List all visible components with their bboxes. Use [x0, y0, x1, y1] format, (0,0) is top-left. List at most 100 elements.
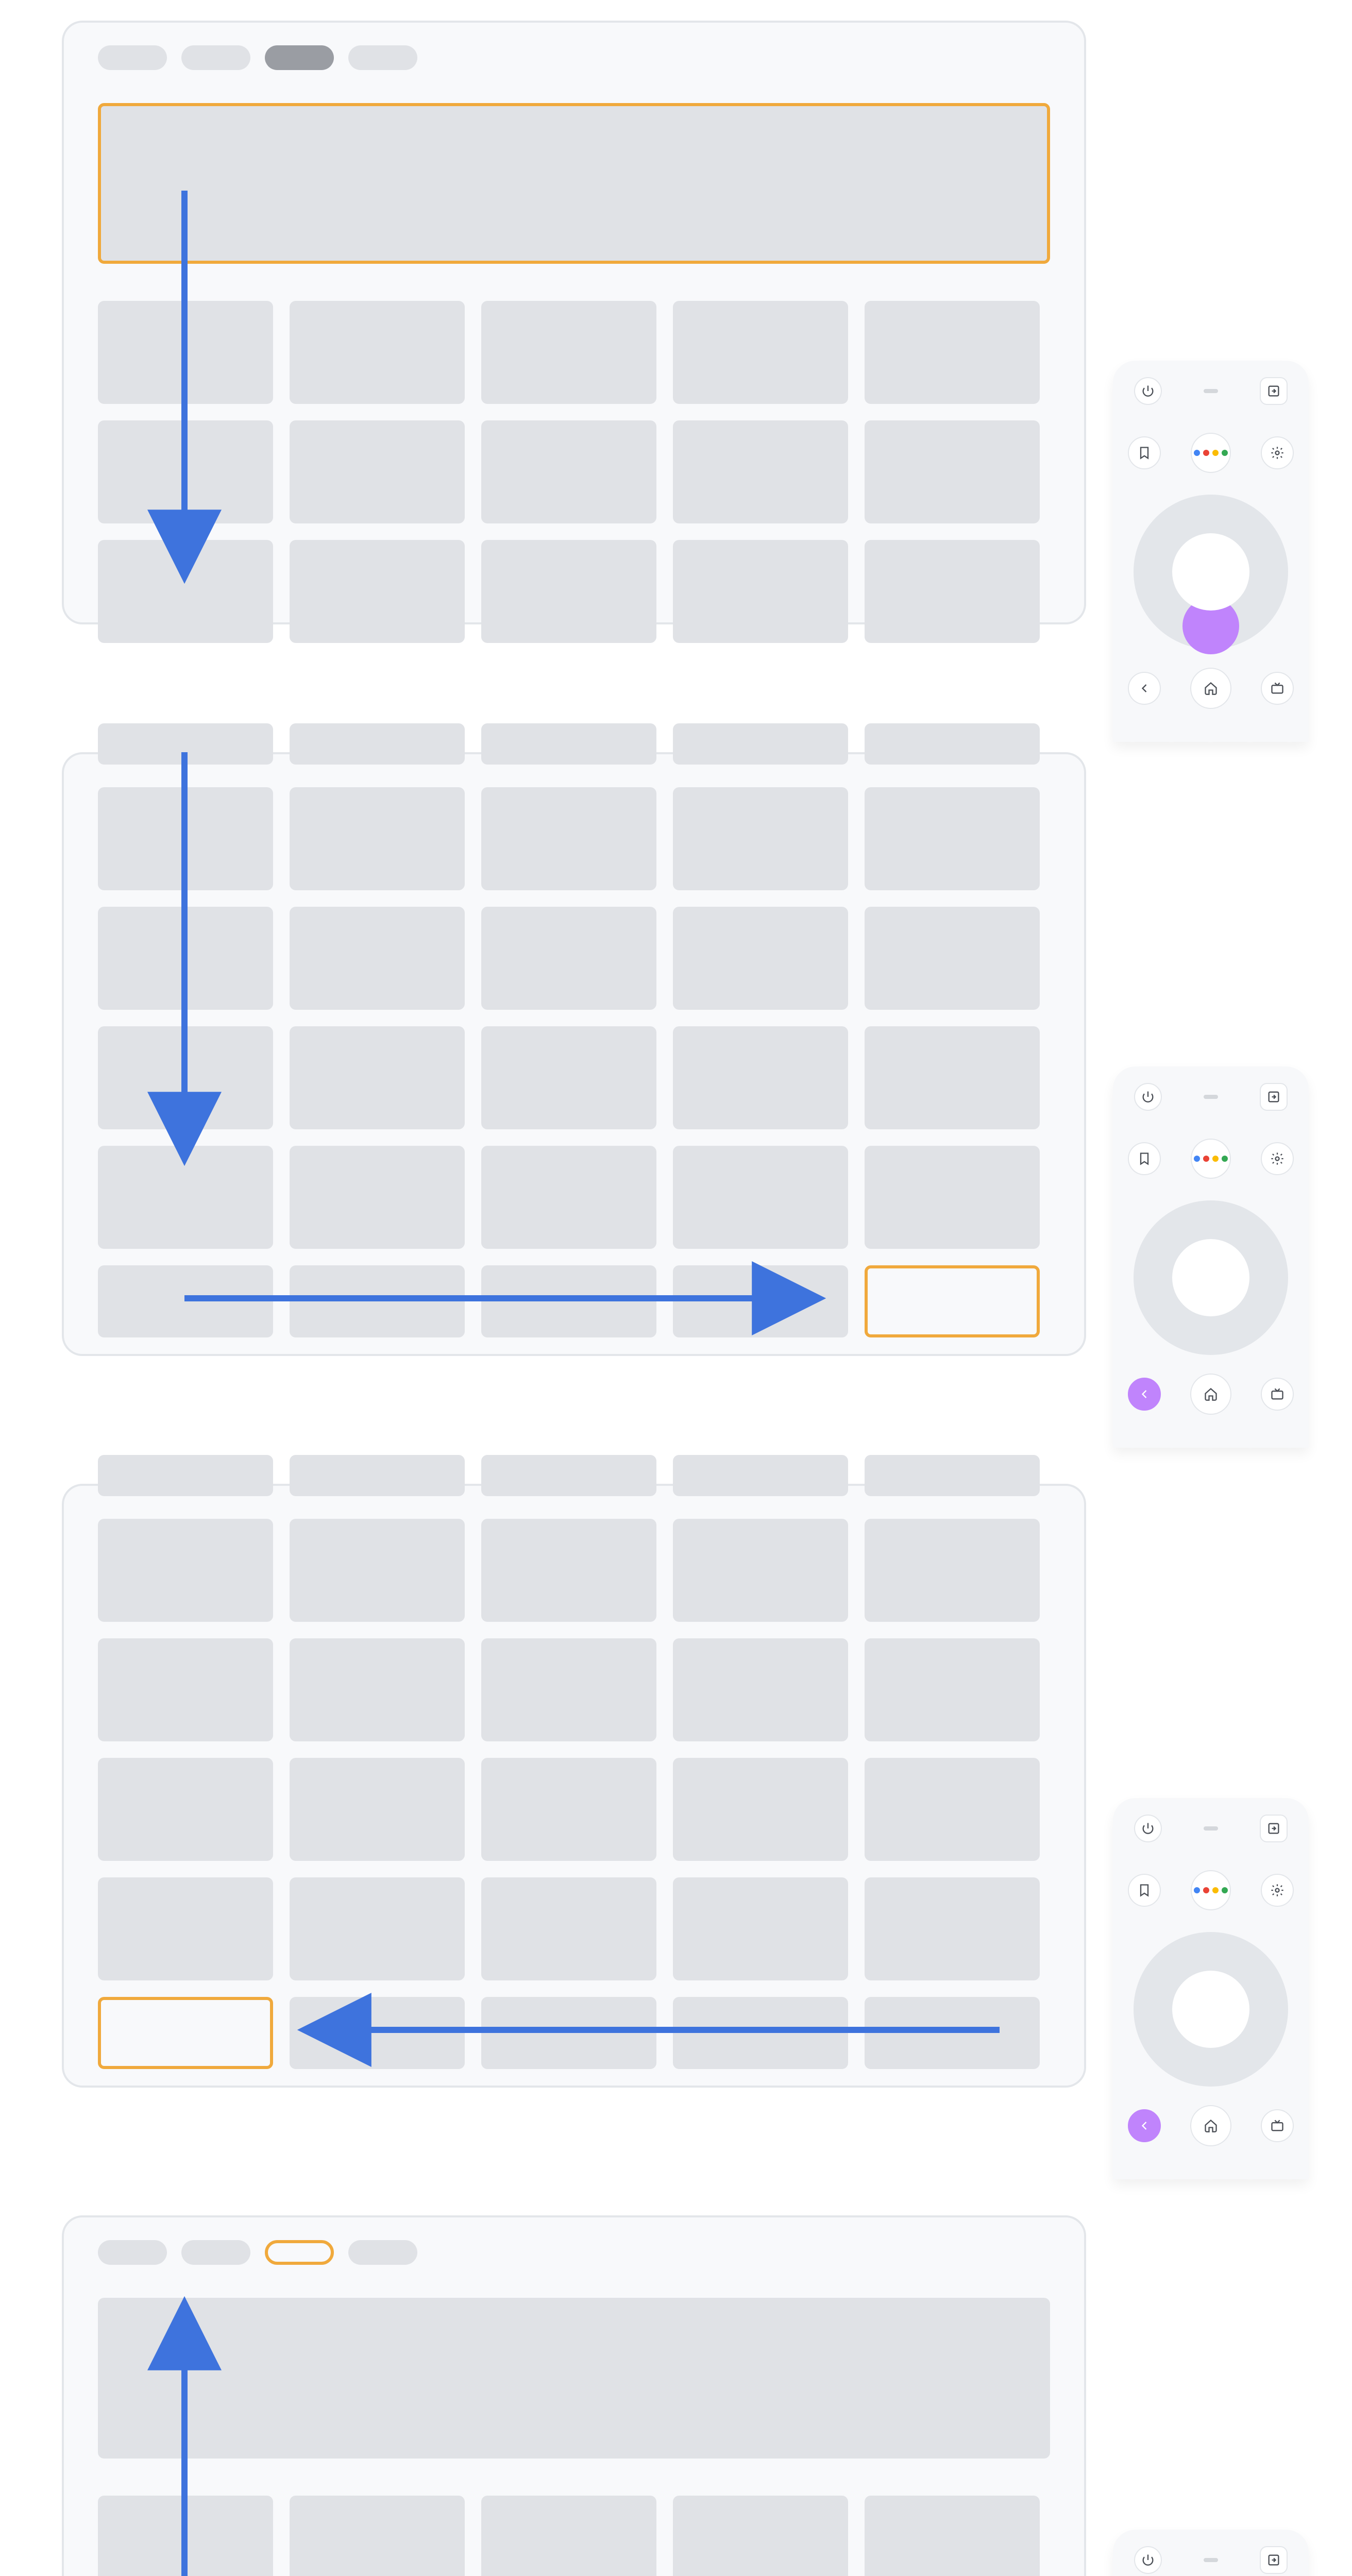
dpad[interactable] — [1134, 1932, 1288, 2087]
card[interactable] — [290, 420, 465, 523]
power-button[interactable] — [1134, 1083, 1162, 1111]
card[interactable] — [865, 907, 1040, 1010]
card[interactable] — [481, 2496, 656, 2576]
card[interactable] — [290, 301, 465, 404]
card[interactable] — [290, 1455, 465, 1496]
live-tv-button[interactable] — [1261, 2109, 1294, 2142]
input-button[interactable] — [1260, 377, 1288, 405]
home-button[interactable] — [1190, 2105, 1231, 2146]
card[interactable] — [865, 723, 1040, 765]
card[interactable] — [673, 1877, 848, 1980]
assistant-button[interactable] — [1191, 1139, 1231, 1179]
card[interactable] — [673, 787, 848, 890]
card[interactable] — [865, 1638, 1040, 1741]
card[interactable] — [481, 1455, 656, 1496]
card[interactable] — [673, 1146, 848, 1249]
tab-2[interactable] — [181, 2240, 250, 2265]
card[interactable] — [481, 723, 656, 765]
hero-banner-focused[interactable] — [98, 103, 1050, 264]
home-button[interactable] — [1190, 668, 1231, 709]
card[interactable] — [673, 2496, 848, 2576]
card[interactable] — [673, 301, 848, 404]
power-button[interactable] — [1134, 1815, 1162, 1842]
card[interactable] — [481, 787, 656, 890]
bookmark-button[interactable] — [1128, 436, 1161, 469]
card[interactable] — [98, 420, 273, 523]
card[interactable] — [98, 907, 273, 1010]
card[interactable] — [865, 420, 1040, 523]
card[interactable] — [290, 1877, 465, 1980]
card[interactable] — [98, 1455, 273, 1496]
card[interactable] — [481, 1026, 656, 1129]
card[interactable] — [98, 1265, 273, 1337]
power-button[interactable] — [1134, 377, 1162, 405]
card[interactable] — [673, 1265, 848, 1337]
card[interactable] — [98, 1026, 273, 1129]
card[interactable] — [865, 540, 1040, 643]
card[interactable] — [673, 1455, 848, 1496]
input-button[interactable] — [1260, 2546, 1288, 2574]
card[interactable] — [290, 1146, 465, 1249]
card[interactable] — [481, 1758, 656, 1861]
card[interactable] — [865, 2496, 1040, 2576]
card[interactable] — [865, 1519, 1040, 1622]
card[interactable] — [481, 540, 656, 643]
card[interactable] — [98, 2496, 273, 2576]
input-button[interactable] — [1260, 1815, 1288, 1842]
dpad[interactable] — [1134, 495, 1288, 649]
card[interactable] — [98, 301, 273, 404]
bookmark-button[interactable] — [1128, 1142, 1161, 1175]
dpad[interactable] — [1134, 1200, 1288, 1355]
input-button[interactable] — [1260, 1083, 1288, 1111]
back-button-highlight[interactable] — [1128, 1378, 1161, 1411]
card[interactable] — [481, 1265, 656, 1337]
card[interactable] — [98, 540, 273, 643]
card[interactable] — [673, 1638, 848, 1741]
card[interactable] — [98, 1758, 273, 1861]
bookmark-button[interactable] — [1128, 1874, 1161, 1907]
card[interactable] — [290, 1758, 465, 1861]
card[interactable] — [290, 540, 465, 643]
card[interactable] — [481, 1877, 656, 1980]
card-focused[interactable] — [865, 1265, 1040, 1337]
card[interactable] — [290, 1997, 465, 2069]
card[interactable] — [481, 301, 656, 404]
card[interactable] — [290, 1638, 465, 1741]
card[interactable] — [865, 787, 1040, 890]
home-button[interactable] — [1190, 1374, 1231, 1415]
card[interactable] — [290, 907, 465, 1010]
tab-4[interactable] — [348, 45, 417, 70]
card[interactable] — [673, 1026, 848, 1129]
tab-3-focused[interactable] — [265, 2240, 334, 2265]
back-button-highlight[interactable] — [1128, 2109, 1161, 2142]
card[interactable] — [865, 1877, 1040, 1980]
card[interactable] — [290, 1026, 465, 1129]
settings-button[interactable] — [1261, 1874, 1294, 1907]
card[interactable] — [290, 1519, 465, 1622]
card[interactable] — [865, 301, 1040, 404]
card[interactable] — [98, 787, 273, 890]
dpad-center[interactable] — [1172, 533, 1249, 611]
power-button[interactable] — [1134, 2546, 1162, 2574]
card[interactable] — [98, 1519, 273, 1622]
back-button[interactable] — [1128, 672, 1161, 705]
card[interactable] — [865, 1758, 1040, 1861]
assistant-button[interactable] — [1191, 1870, 1231, 1910]
card[interactable] — [673, 907, 848, 1010]
card[interactable] — [481, 1638, 656, 1741]
card-focused-first[interactable] — [98, 1997, 273, 2069]
assistant-button[interactable] — [1191, 433, 1231, 473]
card[interactable] — [673, 1758, 848, 1861]
card[interactable] — [290, 2496, 465, 2576]
tab-3-active[interactable] — [265, 45, 334, 70]
dpad-center[interactable] — [1172, 1239, 1249, 1316]
card[interactable] — [865, 1455, 1040, 1496]
tab-1[interactable] — [98, 45, 167, 70]
tab-4[interactable] — [348, 2240, 417, 2265]
card[interactable] — [865, 1997, 1040, 2069]
card[interactable] — [865, 1026, 1040, 1129]
card[interactable] — [98, 1877, 273, 1980]
card[interactable] — [673, 723, 848, 765]
tab-2[interactable] — [181, 45, 250, 70]
live-tv-button[interactable] — [1261, 672, 1294, 705]
